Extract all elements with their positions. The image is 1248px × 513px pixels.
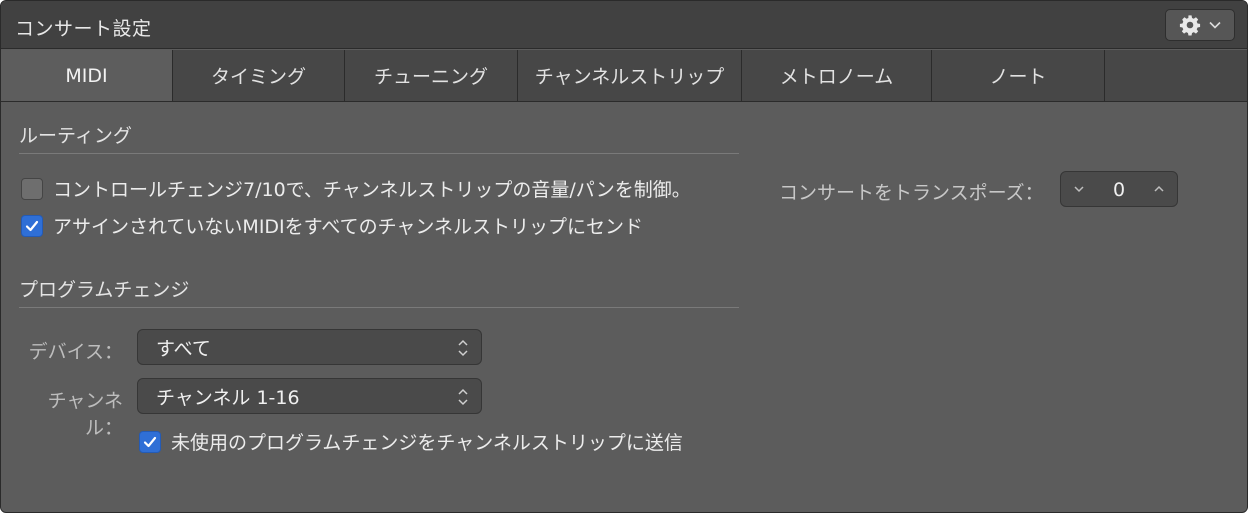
concert-settings-window: コンサート設定 MIDI タイミング チューニング チャンネルストリップ メトロ… — [0, 0, 1248, 513]
tab-channel-strip[interactable]: チャンネルストリップ — [518, 50, 742, 101]
gear-icon — [1179, 15, 1201, 36]
send-unassigned-option[interactable]: アサインされていないMIDIをすべてのチャンネルストリップにセンド — [21, 212, 643, 239]
checkmark-icon — [25, 220, 39, 231]
program-change-divider — [19, 307, 739, 308]
device-value: すべて — [156, 337, 211, 360]
channel-value: チャンネル 1-16 — [156, 386, 300, 409]
cc-control-option[interactable]: コントロールチェンジ7/10で、チャンネルストリップの音量/パンを制御。 — [21, 175, 691, 202]
channel-popup[interactable]: チャンネル 1-16 — [137, 378, 482, 414]
send-unused-checkbox[interactable] — [139, 430, 161, 453]
send-unused-label: 未使用のプログラムチェンジをチャンネルストリップに送信 — [171, 432, 683, 454]
send-unassigned-checkbox[interactable] — [21, 214, 43, 237]
send-unused-option[interactable]: 未使用のプログラムチェンジをチャンネルストリップに送信 — [139, 428, 683, 455]
tab-bar: MIDI タイミング チューニング チャンネルストリップ メトロノーム ノート — [1, 50, 1247, 102]
transpose-label: コンサートをトランスポーズ： — [779, 182, 1044, 204]
tab-timing[interactable]: タイミング — [173, 50, 345, 101]
up-down-chevron-icon — [458, 388, 468, 406]
tab-midi[interactable]: MIDI — [1, 50, 173, 101]
transpose-stepper[interactable]: 0 — [1060, 171, 1178, 207]
action-menu-button[interactable] — [1165, 9, 1235, 41]
cc-control-checkbox[interactable] — [21, 177, 43, 200]
routing-divider — [19, 153, 739, 154]
tab-metronome[interactable]: メトロノーム — [742, 50, 932, 101]
device-label: デバイス： — [28, 341, 123, 363]
routing-section-title: ルーティング — [19, 125, 132, 147]
chevron-down-icon — [1209, 21, 1221, 29]
program-change-section-title: プログラムチェンジ — [19, 279, 190, 301]
window-title: コンサート設定 — [15, 18, 152, 40]
channel-label: チャンネル： — [47, 390, 123, 439]
tab-tuning[interactable]: チューニング — [345, 50, 518, 101]
device-popup[interactable]: すべて — [137, 329, 482, 365]
checkmark-icon — [143, 436, 157, 447]
up-down-chevron-icon — [458, 339, 468, 357]
send-unassigned-label: アサインされていないMIDIをすべてのチャンネルストリップにセンド — [53, 216, 644, 238]
chevron-up-icon[interactable] — [1153, 184, 1165, 194]
cc-control-label: コントロールチェンジ7/10で、チャンネルストリップの音量/パンを制御。 — [53, 179, 691, 201]
tab-notes[interactable]: ノート — [932, 50, 1105, 101]
title-bar: コンサート設定 — [1, 1, 1247, 49]
